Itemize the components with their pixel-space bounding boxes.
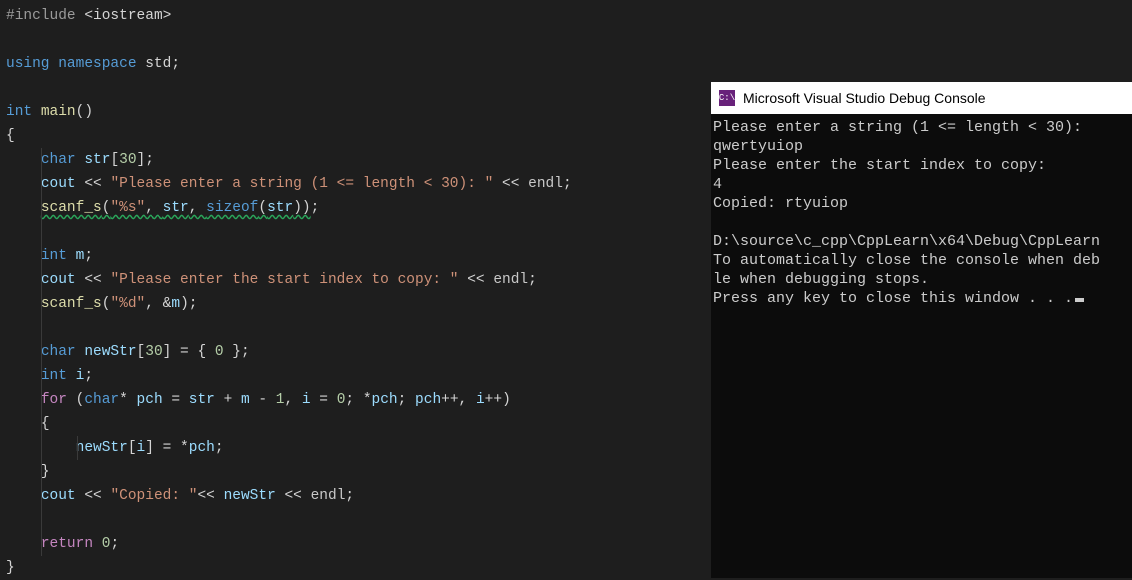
code-line[interactable]: { xyxy=(0,124,710,148)
code-line[interactable]: } xyxy=(0,556,710,580)
preprocessor: #include xyxy=(6,8,84,24)
console-title: Microsoft Visual Studio Debug Console xyxy=(743,86,986,110)
console-line: D:\source\c_cpp\CppLearn\x64\Debug\CppLe… xyxy=(713,233,1100,250)
console-line: Copied: rtyuiop xyxy=(713,195,848,212)
code-line[interactable]: for (char* pch = str + m - 1, i = 0; *pc… xyxy=(0,388,710,412)
console-titlebar[interactable]: C:\ Microsoft Visual Studio Debug Consol… xyxy=(711,82,1132,114)
console-line: qwertyuiop xyxy=(713,138,803,155)
code-line[interactable]: int i; xyxy=(0,364,710,388)
code-line[interactable]: scanf_s("%s", str, sizeof(str)); xyxy=(0,196,710,220)
code-editor-pane[interactable]: #include <iostream> using namespace std;… xyxy=(0,0,710,578)
code-line-blank[interactable] xyxy=(0,220,710,244)
code-line-blank[interactable] xyxy=(0,76,710,100)
console-line: Press any key to close this window . . . xyxy=(713,290,1073,307)
code-line-blank[interactable] xyxy=(0,316,710,340)
console-app-icon: C:\ xyxy=(719,90,735,106)
console-line: Please enter the start index to copy: xyxy=(713,157,1046,174)
code-line[interactable]: { xyxy=(0,412,710,436)
console-line: Please enter a string (1 <= length < 30)… xyxy=(713,119,1082,136)
code-line[interactable]: return 0; xyxy=(0,532,710,556)
console-line: To automatically close the console when … xyxy=(713,252,1100,269)
code-line[interactable]: } xyxy=(0,460,710,484)
code-line-blank[interactable] xyxy=(0,28,710,52)
code-line[interactable]: newStr[i] = *pch; xyxy=(0,436,710,460)
code-line[interactable]: char newStr[30] = { 0 }; xyxy=(0,340,710,364)
code-line[interactable]: cout << "Please enter the start index to… xyxy=(0,268,710,292)
code-line[interactable]: int main() xyxy=(0,100,710,124)
code-line[interactable]: #include <iostream> xyxy=(0,4,710,28)
code-line[interactable]: cout << "Please enter a string (1 <= len… xyxy=(0,172,710,196)
code-line-blank[interactable] xyxy=(0,508,710,532)
console-line: 4 xyxy=(713,176,722,193)
cursor-icon xyxy=(1075,298,1084,302)
code-line[interactable]: int m; xyxy=(0,244,710,268)
code-line[interactable]: using namespace std; xyxy=(0,52,710,76)
code-line[interactable]: scanf_s("%d", &m); xyxy=(0,292,710,316)
console-output[interactable]: Please enter a string (1 <= length < 30)… xyxy=(711,114,1132,578)
code-line[interactable]: char str[30]; xyxy=(0,148,710,172)
code-line[interactable]: cout << "Copied: "<< newStr << endl; xyxy=(0,484,710,508)
console-line: le when debugging stops. xyxy=(713,271,929,288)
